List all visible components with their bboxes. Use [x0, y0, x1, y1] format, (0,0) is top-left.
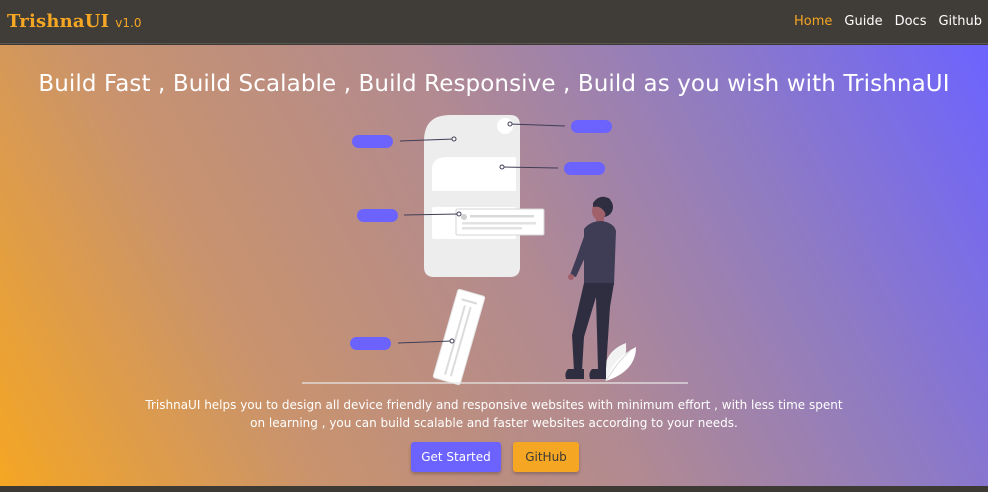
hero-description: TrishnaUI helps you to design all device… [145, 398, 843, 430]
nav-link-home[interactable]: Home [794, 14, 832, 29]
nav-link-github[interactable]: Github [938, 14, 982, 29]
footer-strip [0, 486, 988, 492]
hero-title: Build Fast , Build Scalable , Build Resp… [38, 71, 950, 97]
fallen-panel-graphic [432, 288, 486, 386]
navbar: TrishnaUI v1.0 Home Guide Docs Github [0, 0, 988, 44]
brand-name: TrishnaUI [7, 11, 110, 32]
get-started-button[interactable]: Get Started [411, 442, 501, 472]
hero-illustration [302, 115, 688, 386]
brand[interactable]: TrishnaUI v1.0 [7, 11, 141, 32]
hero-section: Build Fast , Build Scalable , Build Resp… [0, 45, 988, 486]
plant-graphic [604, 343, 636, 382]
github-button[interactable]: GitHub [513, 442, 579, 472]
nav-link-docs[interactable]: Docs [895, 14, 927, 29]
person-graphic [565, 196, 616, 379]
brand-version: v1.0 [115, 16, 142, 30]
nav-link-guide[interactable]: Guide [844, 14, 882, 29]
card-graphic [455, 208, 545, 236]
nav-links: Home Guide Docs Github [782, 14, 982, 29]
